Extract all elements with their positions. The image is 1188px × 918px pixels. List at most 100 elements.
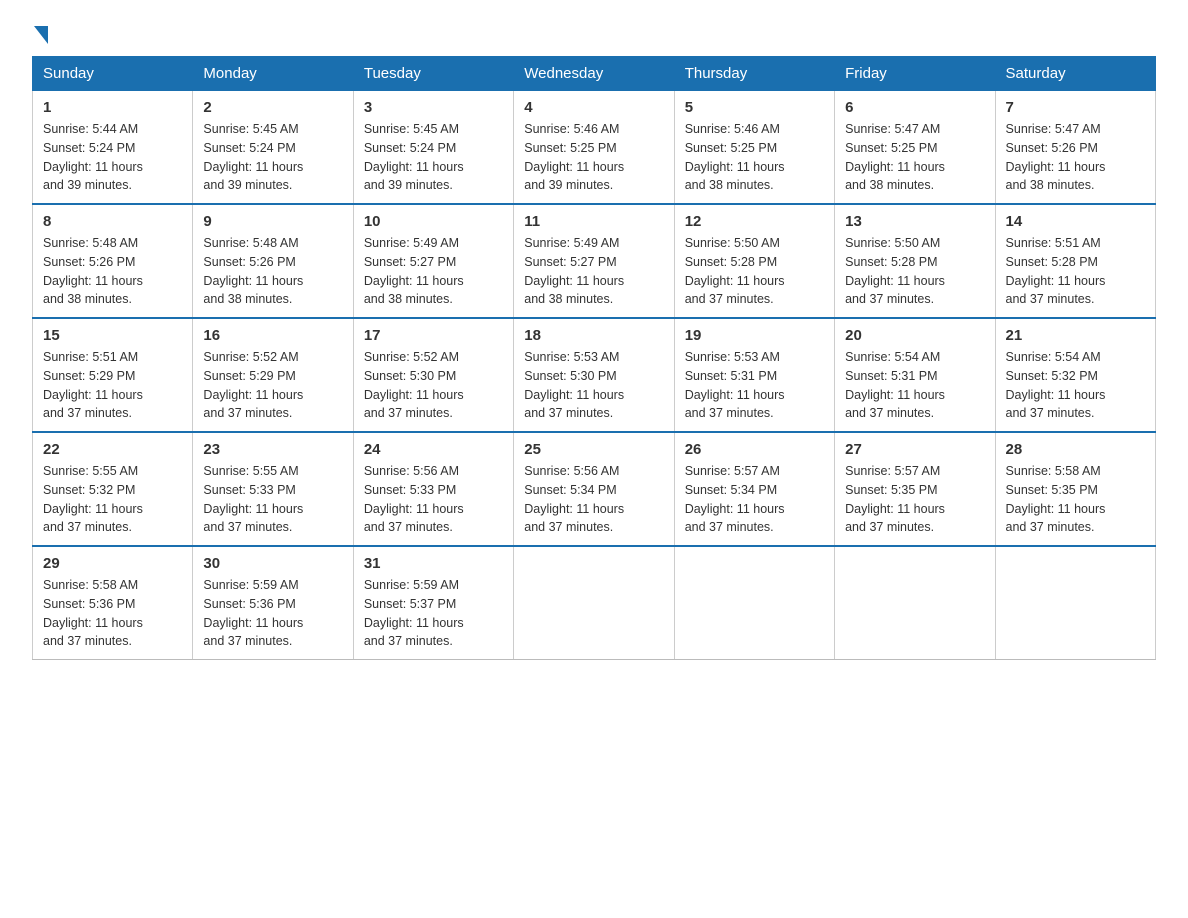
day-number: 31 (364, 555, 503, 572)
logo (32, 24, 48, 40)
day-info: Sunrise: 5:56 AMSunset: 5:34 PMDaylight:… (524, 462, 663, 537)
day-number: 25 (524, 441, 663, 458)
calendar-day-cell: 21 Sunrise: 5:54 AMSunset: 5:32 PMDayligh… (995, 318, 1155, 432)
day-number: 22 (43, 441, 182, 458)
day-number: 17 (364, 327, 503, 344)
calendar-day-cell: 29 Sunrise: 5:58 AMSunset: 5:36 PMDayligh… (33, 546, 193, 660)
day-info: Sunrise: 5:46 AMSunset: 5:25 PMDaylight:… (685, 120, 824, 195)
calendar-table: SundayMondayTuesdayWednesdayThursdayFrid… (32, 56, 1156, 660)
calendar-day-cell: 25 Sunrise: 5:56 AMSunset: 5:34 PMDayligh… (514, 432, 674, 546)
day-number: 8 (43, 213, 182, 230)
day-info: Sunrise: 5:46 AMSunset: 5:25 PMDaylight:… (524, 120, 663, 195)
column-header-wednesday: Wednesday (514, 57, 674, 91)
day-number: 30 (203, 555, 342, 572)
calendar-day-cell: 16 Sunrise: 5:52 AMSunset: 5:29 PMDayligh… (193, 318, 353, 432)
day-info: Sunrise: 5:55 AMSunset: 5:33 PMDaylight:… (203, 462, 342, 537)
calendar-day-cell: 8 Sunrise: 5:48 AMSunset: 5:26 PMDaylight… (33, 204, 193, 318)
day-info: Sunrise: 5:58 AMSunset: 5:35 PMDaylight:… (1006, 462, 1145, 537)
calendar-day-cell: 28Sunrise: 5:58 AMSunset: 5:35 PMDayligh… (995, 432, 1155, 546)
day-info: Sunrise: 5:58 AMSunset: 5:36 PMDaylight:… (43, 576, 182, 651)
calendar-day-cell: 18 Sunrise: 5:53 AMSunset: 5:30 PMDayligh… (514, 318, 674, 432)
day-info: Sunrise: 5:50 AMSunset: 5:28 PMDaylight:… (685, 234, 824, 309)
day-info: Sunrise: 5:48 AMSunset: 5:26 PMDaylight:… (203, 234, 342, 309)
calendar-day-cell: 3 Sunrise: 5:45 AMSunset: 5:24 PMDaylight… (353, 91, 513, 205)
day-info: Sunrise: 5:51 AMSunset: 5:29 PMDaylight:… (43, 348, 182, 423)
day-number: 21 (1006, 327, 1145, 344)
day-number: 16 (203, 327, 342, 344)
day-number: 13 (845, 213, 984, 230)
calendar-day-cell: 5 Sunrise: 5:46 AMSunset: 5:25 PMDaylight… (674, 91, 834, 205)
calendar-day-cell: 31Sunrise: 5:59 AMSunset: 5:37 PMDayligh… (353, 546, 513, 660)
day-info: Sunrise: 5:47 AMSunset: 5:25 PMDaylight:… (845, 120, 984, 195)
calendar-day-cell: 6 Sunrise: 5:47 AMSunset: 5:25 PMDaylight… (835, 91, 995, 205)
day-info: Sunrise: 5:59 AMSunset: 5:36 PMDaylight:… (203, 576, 342, 651)
day-number: 10 (364, 213, 503, 230)
day-number: 5 (685, 99, 824, 116)
day-number: 11 (524, 213, 663, 230)
day-info: Sunrise: 5:52 AMSunset: 5:30 PMDaylight:… (364, 348, 503, 423)
calendar-day-cell: 30 Sunrise: 5:59 AMSunset: 5:36 PMDayligh… (193, 546, 353, 660)
calendar-week-row: 22 Sunrise: 5:55 AMSunset: 5:32 PMDayligh… (33, 432, 1156, 546)
day-number: 26 (685, 441, 824, 458)
day-number: 12 (685, 213, 824, 230)
day-number: 24 (364, 441, 503, 458)
calendar-day-cell: 11 Sunrise: 5:49 AMSunset: 5:27 PMDayligh… (514, 204, 674, 318)
day-number: 19 (685, 327, 824, 344)
calendar-day-cell: 15Sunrise: 5:51 AMSunset: 5:29 PMDayligh… (33, 318, 193, 432)
day-number: 18 (524, 327, 663, 344)
calendar-week-row: 29 Sunrise: 5:58 AMSunset: 5:36 PMDayligh… (33, 546, 1156, 660)
day-info: Sunrise: 5:47 AMSunset: 5:26 PMDaylight:… (1006, 120, 1145, 195)
calendar-week-row: 1 Sunrise: 5:44 AMSunset: 5:24 PMDaylight… (33, 91, 1156, 205)
column-header-saturday: Saturday (995, 57, 1155, 91)
day-info: Sunrise: 5:45 AMSunset: 5:24 PMDaylight:… (203, 120, 342, 195)
column-header-monday: Monday (193, 57, 353, 91)
day-info: Sunrise: 5:49 AMSunset: 5:27 PMDaylight:… (524, 234, 663, 309)
calendar-day-cell: 1 Sunrise: 5:44 AMSunset: 5:24 PMDaylight… (33, 91, 193, 205)
day-number: 9 (203, 213, 342, 230)
day-number: 4 (524, 99, 663, 116)
calendar-day-cell: 17 Sunrise: 5:52 AMSunset: 5:30 PMDayligh… (353, 318, 513, 432)
page-header (32, 24, 1156, 40)
day-number: 3 (364, 99, 503, 116)
calendar-day-cell: 24 Sunrise: 5:56 AMSunset: 5:33 PMDayligh… (353, 432, 513, 546)
day-info: Sunrise: 5:57 AMSunset: 5:35 PMDaylight:… (845, 462, 984, 537)
day-info: Sunrise: 5:45 AMSunset: 5:24 PMDaylight:… (364, 120, 503, 195)
day-number: 29 (43, 555, 182, 572)
calendar-week-row: 8 Sunrise: 5:48 AMSunset: 5:26 PMDaylight… (33, 204, 1156, 318)
day-info: Sunrise: 5:44 AMSunset: 5:24 PMDaylight:… (43, 120, 182, 195)
day-info: Sunrise: 5:54 AMSunset: 5:32 PMDaylight:… (1006, 348, 1145, 423)
day-number: 7 (1006, 99, 1145, 116)
column-header-friday: Friday (835, 57, 995, 91)
calendar-header-row: SundayMondayTuesdayWednesdayThursdayFrid… (33, 57, 1156, 91)
day-info: Sunrise: 5:54 AMSunset: 5:31 PMDaylight:… (845, 348, 984, 423)
day-info: Sunrise: 5:51 AMSunset: 5:28 PMDaylight:… (1006, 234, 1145, 309)
calendar-day-cell: 7 Sunrise: 5:47 AMSunset: 5:26 PMDaylight… (995, 91, 1155, 205)
day-number: 27 (845, 441, 984, 458)
calendar-day-cell (835, 546, 995, 660)
day-info: Sunrise: 5:50 AMSunset: 5:28 PMDaylight:… (845, 234, 984, 309)
day-number: 23 (203, 441, 342, 458)
day-number: 2 (203, 99, 342, 116)
calendar-day-cell: 22 Sunrise: 5:55 AMSunset: 5:32 PMDayligh… (33, 432, 193, 546)
calendar-day-cell: 9 Sunrise: 5:48 AMSunset: 5:26 PMDaylight… (193, 204, 353, 318)
calendar-day-cell: 14Sunrise: 5:51 AMSunset: 5:28 PMDayligh… (995, 204, 1155, 318)
calendar-day-cell: 23 Sunrise: 5:55 AMSunset: 5:33 PMDayligh… (193, 432, 353, 546)
day-info: Sunrise: 5:48 AMSunset: 5:26 PMDaylight:… (43, 234, 182, 309)
day-info: Sunrise: 5:55 AMSunset: 5:32 PMDaylight:… (43, 462, 182, 537)
calendar-day-cell: 20Sunrise: 5:54 AMSunset: 5:31 PMDayligh… (835, 318, 995, 432)
column-header-tuesday: Tuesday (353, 57, 513, 91)
column-header-thursday: Thursday (674, 57, 834, 91)
calendar-day-cell (514, 546, 674, 660)
calendar-day-cell: 13 Sunrise: 5:50 AMSunset: 5:28 PMDayligh… (835, 204, 995, 318)
column-header-sunday: Sunday (33, 57, 193, 91)
day-number: 1 (43, 99, 182, 116)
day-number: 6 (845, 99, 984, 116)
calendar-day-cell: 19Sunrise: 5:53 AMSunset: 5:31 PMDayligh… (674, 318, 834, 432)
day-info: Sunrise: 5:57 AMSunset: 5:34 PMDaylight:… (685, 462, 824, 537)
calendar-day-cell: 2 Sunrise: 5:45 AMSunset: 5:24 PMDaylight… (193, 91, 353, 205)
day-info: Sunrise: 5:56 AMSunset: 5:33 PMDaylight:… (364, 462, 503, 537)
calendar-day-cell: 12 Sunrise: 5:50 AMSunset: 5:28 PMDayligh… (674, 204, 834, 318)
day-info: Sunrise: 5:52 AMSunset: 5:29 PMDaylight:… (203, 348, 342, 423)
day-info: Sunrise: 5:53 AMSunset: 5:30 PMDaylight:… (524, 348, 663, 423)
calendar-day-cell: 27 Sunrise: 5:57 AMSunset: 5:35 PMDayligh… (835, 432, 995, 546)
